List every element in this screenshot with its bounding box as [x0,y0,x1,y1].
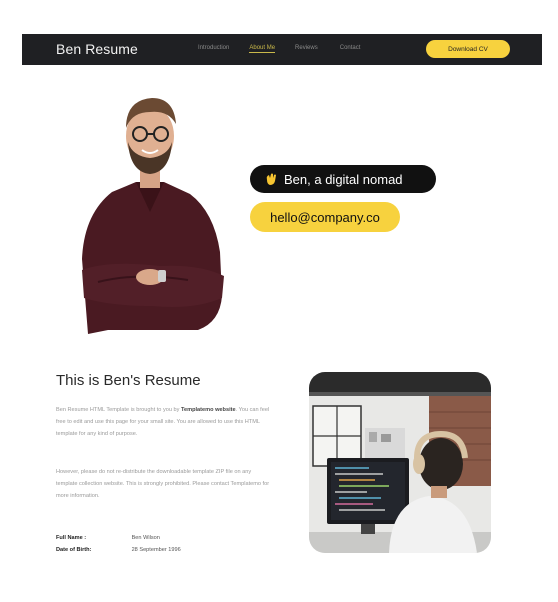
info-value: 28 September 1996 [131,547,181,553]
info-label: Date of Birth: [56,547,92,553]
brand-logo[interactable]: Ben Resume [56,41,138,57]
info-value: Ben Wilson [131,535,160,541]
hero-portrait-image [82,98,224,334]
info-row-date-of-birth: Date of Birth: 28 September 1996 [56,547,181,553]
navbar: Ben Resume Introduction About Me Reviews… [22,34,542,65]
nav-link-reviews[interactable]: Reviews [295,45,318,53]
email-button[interactable]: hello@company.co [250,202,400,232]
info-label: Full Name : [56,535,87,541]
about-title: This is Ben's Resume [56,372,201,389]
greeting-text: Ben, a digital nomad [284,171,403,187]
templatemo-link[interactable]: Templatemo website [181,407,236,413]
about-paragraph-2: However, please do not re-distribute the… [56,469,270,499]
nav-links: Introduction About Me Reviews Contact [198,45,360,53]
developer-photo-image [309,372,491,553]
download-cv-button[interactable]: Download CV [426,40,510,58]
nav-link-about-me[interactable]: About Me [249,45,276,53]
info-row-full-name: Full Name : Ben Wilson [56,535,160,541]
waving-hand-icon [266,173,276,185]
about-p1-text-start: Ben Resume HTML Template is brought to y… [56,407,181,413]
greeting-badge: Ben, a digital nomad [250,165,436,193]
nav-link-introduction[interactable]: Introduction [198,45,229,53]
about-paragraph-1: Ben Resume HTML Template is brought to y… [56,404,270,440]
nav-link-contact[interactable]: Contact [340,45,361,53]
